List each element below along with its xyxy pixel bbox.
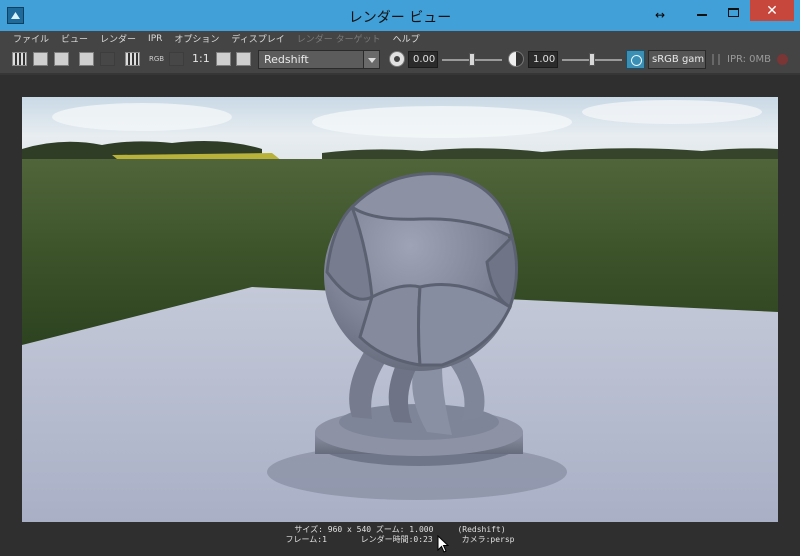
mouse-cursor-icon xyxy=(437,535,449,553)
pause-ipr-icon[interactable] xyxy=(712,54,720,65)
maximize-icon xyxy=(727,7,739,17)
real-size-button[interactable]: 1:1 xyxy=(192,52,210,67)
exposure-slider-handle[interactable] xyxy=(469,53,475,66)
exposure-field[interactable]: 0.00 xyxy=(408,51,438,68)
title-bar[interactable]: レンダー ビュー ↔ ✕ xyxy=(0,0,800,31)
exposure-icon xyxy=(389,51,405,67)
alpha-channel-icon xyxy=(169,52,184,66)
gamma-icon xyxy=(508,51,524,67)
remove-image-icon[interactable] xyxy=(236,52,251,66)
render-toolbar: RGB 1:1 Redshift 0.00 1.00 sRGB gamma IP… xyxy=(0,46,800,73)
ipr-memory-label: IPR: 0MB xyxy=(727,54,772,65)
resize-arrows-icon: ↔ xyxy=(654,8,666,22)
gamma-field[interactable]: 1.00 xyxy=(528,51,558,68)
menu-render[interactable]: レンダー xyxy=(100,32,136,45)
gamma-slider-handle[interactable] xyxy=(589,53,595,66)
minimize-button[interactable] xyxy=(689,0,715,24)
rendered-image[interactable] xyxy=(22,97,778,522)
color-management-button[interactable] xyxy=(626,50,645,69)
menu-view[interactable]: ビュー xyxy=(61,32,88,45)
render-viewport[interactable]: サイズ: 960 x 540 ズーム: 1.000 (Redshift) フレー… xyxy=(0,75,800,556)
save-image-icon[interactable] xyxy=(216,52,231,66)
window-title: レンダー ビュー xyxy=(348,10,452,26)
renderer-value: Redshift xyxy=(264,53,309,66)
rgb-channel-button[interactable]: RGB xyxy=(149,55,164,70)
menu-render-target: レンダー ターゲット xyxy=(296,35,381,45)
menu-display[interactable]: ディスプレイ xyxy=(231,32,284,45)
menu-ipr[interactable]: IPR xyxy=(148,34,162,44)
render-info-frame: フレーム:1 レンダー時間:0:23 カメラ:persp xyxy=(285,535,515,544)
render-sequence-icon[interactable] xyxy=(125,52,140,66)
stop-ipr-icon[interactable] xyxy=(777,54,788,65)
close-button[interactable]: ✕ xyxy=(750,0,794,21)
menu-options[interactable]: オプション xyxy=(174,32,219,45)
menu-help[interactable]: ヘルプ xyxy=(393,32,420,45)
menu-file[interactable]: ファイル xyxy=(13,32,49,45)
minimize-icon xyxy=(697,14,707,16)
color-space-field[interactable]: sRGB gamma xyxy=(648,50,706,69)
renderer-dropdown[interactable]: Redshift xyxy=(258,50,380,69)
maximize-button[interactable] xyxy=(720,0,746,24)
render-region-icon[interactable] xyxy=(33,52,48,66)
ipr-render-icon[interactable] xyxy=(79,52,94,66)
snapshot-icon[interactable] xyxy=(54,52,69,66)
refresh-ipr-icon xyxy=(100,52,115,66)
render-frame-icon[interactable] xyxy=(12,52,27,66)
chevron-down-icon xyxy=(363,51,379,68)
render-image-svg xyxy=(22,97,778,522)
menu-bar: ファイル ビュー レンダー IPR オプション ディスプレイ レンダー ターゲッ… xyxy=(0,31,800,46)
